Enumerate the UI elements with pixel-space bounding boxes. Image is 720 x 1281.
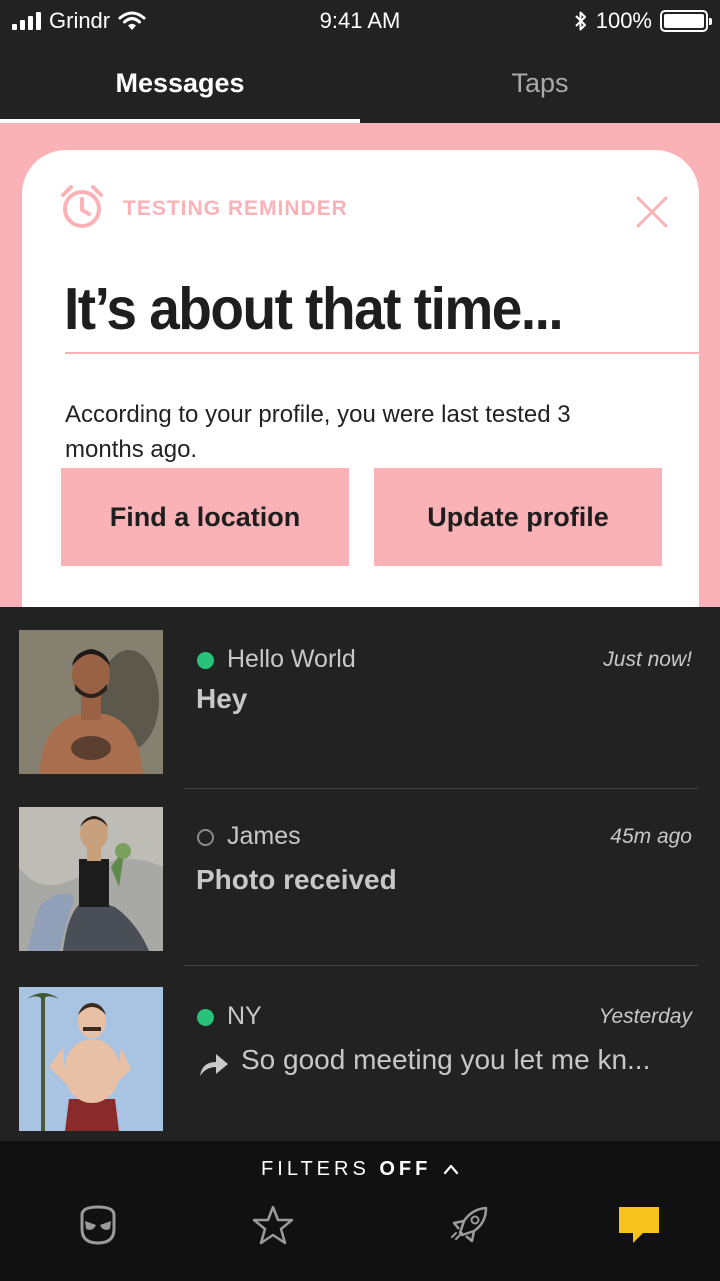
message-preview: Photo received xyxy=(196,864,397,895)
tab-taps[interactable]: Taps xyxy=(360,44,720,123)
contact-name: Hello World xyxy=(227,645,356,673)
tab-bar: Messages Taps xyxy=(0,44,720,123)
list-item[interactable]: Hello World Just now! Hey xyxy=(0,607,720,784)
rocket-icon[interactable] xyxy=(448,1203,492,1247)
profile-photo xyxy=(19,987,163,1131)
online-indicator xyxy=(197,652,214,669)
update-profile-button[interactable]: Update profile xyxy=(374,468,662,566)
status-bar: Grindr 9:41 AM 100% xyxy=(0,0,720,44)
message-preview: Hey xyxy=(196,683,248,714)
avatar[interactable] xyxy=(19,987,163,1131)
contact-name: James xyxy=(227,822,301,850)
forward-arrow-icon xyxy=(200,1054,228,1076)
reminder-body: According to your profile, you were last… xyxy=(65,401,571,463)
contact-name: NY xyxy=(227,1002,262,1030)
reminder-divider xyxy=(65,352,699,354)
offline-indicator xyxy=(197,829,214,846)
chat-bubble-icon[interactable] xyxy=(617,1203,661,1247)
avatar[interactable] xyxy=(19,630,163,774)
testing-reminder-banner: TESTING REMINDER It’s about that time...… xyxy=(0,123,720,607)
profile-photo xyxy=(19,807,163,951)
message-time: 45m ago xyxy=(610,825,692,848)
avatar[interactable] xyxy=(19,807,163,951)
message-time: Yesterday xyxy=(598,1005,692,1028)
battery-icon xyxy=(660,10,712,32)
star-icon[interactable] xyxy=(251,1203,295,1247)
grindr-mask-icon[interactable] xyxy=(76,1203,120,1247)
status-right: 100% xyxy=(574,8,712,34)
bottom-bar: FILTERS OFF xyxy=(0,1141,720,1281)
reminder-title: It’s about that time... xyxy=(64,275,564,343)
message-preview: So good meeting you let me kn... xyxy=(241,1044,651,1075)
close-icon[interactable] xyxy=(634,194,670,230)
profile-photo xyxy=(19,630,163,774)
reminder-label: TESTING REMINDER xyxy=(123,197,348,220)
list-item[interactable]: NY Yesterday So good meeting you let me … xyxy=(0,964,720,1141)
tab-messages[interactable]: Messages xyxy=(0,44,360,123)
bluetooth-icon xyxy=(575,11,586,31)
testing-reminder-card: TESTING REMINDER It’s about that time...… xyxy=(22,150,699,607)
battery-percent: 100% xyxy=(595,8,652,33)
messages-screen: Grindr 9:41 AM 100% Messages Taps TESTIN… xyxy=(0,0,720,1281)
message-list: Hello World Just now! Hey James 45m ago … xyxy=(0,607,720,1141)
filters-label: FILTERS xyxy=(261,1158,370,1180)
filters-state: OFF xyxy=(379,1158,432,1180)
online-indicator xyxy=(197,1009,214,1026)
list-item[interactable]: James 45m ago Photo received xyxy=(0,784,720,961)
filters-toggle[interactable]: FILTERS OFF xyxy=(0,1158,720,1181)
find-location-button[interactable]: Find a location xyxy=(61,468,349,566)
alarm-clock-icon xyxy=(61,185,103,228)
chevron-up-icon xyxy=(443,1164,459,1175)
message-time: Just now! xyxy=(603,648,692,671)
